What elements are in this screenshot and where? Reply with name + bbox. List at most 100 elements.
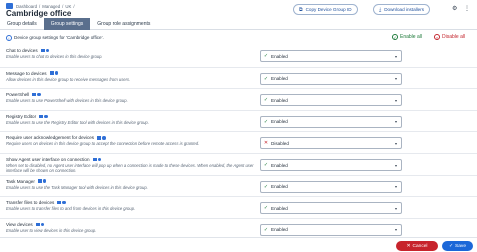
setting-select[interactable]: ✕ Disabled ▾ [260, 137, 402, 150]
chevron-down-icon: ▾ [394, 53, 397, 59]
page-header: Dashboard / Managed / UK / Cambridge off… [0, 0, 477, 18]
tab-group-settings[interactable]: Group settings [43, 18, 91, 30]
setting-value: Enabled [271, 53, 288, 59]
setting-description: Enable users to transfer files to and fr… [6, 206, 136, 212]
macos-icon [42, 179, 47, 183]
chevron-down-icon: ▾ [394, 227, 397, 233]
breadcrumb-item-uk[interactable]: UK [65, 4, 71, 9]
info-icon: i [6, 35, 12, 41]
setting-title-text: Registry Editor [6, 113, 37, 119]
copy-icon: ⧉ [299, 6, 303, 13]
footer-bar: ✕ Cancel ✓ Save [0, 237, 477, 252]
setting-select[interactable]: ✓ Enabled ▾ [260, 180, 402, 193]
check-icon: ✓ [263, 118, 269, 125]
setting-description: Enable users to use the Registry Editor … [6, 119, 149, 125]
setting-title: View devices [6, 221, 45, 227]
x-icon: ✕ [263, 140, 269, 147]
check-icon: ✓ [263, 97, 269, 104]
setting-title-text: Transfer files to devices [6, 200, 55, 206]
breadcrumb-item-managed[interactable]: Managed [42, 4, 60, 9]
breadcrumb-separator: / [73, 3, 75, 9]
setting-description: Enable users to use the Task Manager too… [6, 184, 148, 190]
setting-description: Enable users to use PowerShell with devi… [6, 98, 128, 104]
tab-group-details[interactable]: Group details [0, 18, 44, 30]
macos-icon [37, 92, 41, 97]
setting-title-text: Show Agent user interface on connection [6, 157, 90, 162]
setting-title: PowerShell [6, 92, 41, 97]
download-button-label: Download installers [384, 7, 425, 12]
disable-all-button[interactable]: × Disable all [434, 34, 465, 40]
download-installers-button[interactable]: ⤓ Download installers [373, 4, 431, 15]
windows-icon [40, 48, 45, 53]
setting-value: Enabled [271, 119, 288, 125]
macos-icon [44, 114, 48, 119]
setting-description: Enable users to chat to devices in this … [6, 54, 103, 59]
breadcrumb-item-dashboard[interactable]: Dashboard [16, 4, 37, 9]
setting-select[interactable]: ✓ Enabled ▾ [260, 115, 402, 128]
setting-select[interactable]: ✓ Enabled ▾ [260, 202, 402, 215]
macos-icon [62, 200, 66, 205]
info-text: Device group settings for 'Cambridge off… [14, 35, 104, 40]
save-label: Save [455, 243, 466, 249]
setting-row: Message to devices Allow devices in this … [0, 66, 477, 89]
chevron-down-icon: ▾ [394, 184, 397, 190]
setting-title-text: PowerShell [6, 92, 30, 98]
macos-icon [40, 222, 45, 227]
enable-all-button[interactable]: ✓ Enable all [392, 34, 422, 40]
copy-device-group-id-button[interactable]: ⧉ Copy Device Group ID [293, 4, 358, 15]
setting-title-text: View devices [6, 221, 33, 227]
copy-button-label: Copy Device Group ID [305, 7, 352, 12]
setting-row: Require user acknowledgement for devices… [0, 131, 477, 153]
check-icon: ✓ [263, 162, 269, 168]
chevron-down-icon: ▾ [394, 205, 397, 211]
setting-description: When set to disabled, no Agent user inte… [6, 163, 254, 173]
setting-description: Require users on devices in this device … [6, 141, 200, 147]
platform-icons [49, 71, 59, 75]
windows-icon [37, 179, 42, 183]
cancel-button[interactable]: ✕ Cancel [396, 241, 438, 251]
breadcrumb-separator: / [62, 3, 64, 9]
platform-icons [57, 200, 66, 205]
more-options-icon[interactable]: ⋮ [464, 5, 470, 12]
info-bar: i Device group settings for 'Cambridge o… [0, 33, 477, 43]
setting-title-text: Task Manager [6, 178, 35, 184]
macos-icon [45, 48, 50, 53]
x-circle-icon: × [434, 34, 440, 40]
tab-bar: Group details Group settings Group role … [0, 18, 477, 30]
platform-icons [97, 136, 106, 140]
chevron-down-icon: ▾ [394, 119, 397, 125]
setting-value: Enabled [271, 97, 288, 103]
platform-icons [37, 179, 47, 183]
setting-select[interactable]: ✓ Enabled ▾ [260, 50, 402, 62]
save-button[interactable]: ✓ Save [442, 241, 473, 251]
enable-all-label: Enable all [400, 34, 422, 40]
macos-icon [54, 71, 59, 75]
windows-icon [39, 114, 44, 119]
breadcrumb-separator: / [39, 3, 41, 9]
chevron-down-icon: ▾ [394, 140, 397, 146]
setting-row: Transfer files to devices Enable users to… [0, 196, 477, 218]
check-icon: ✓ [263, 205, 269, 212]
setting-row: Task Manager Enable users to use the Task… [0, 174, 477, 197]
setting-value: Enabled [271, 162, 288, 168]
macos-icon [97, 157, 102, 162]
setting-select[interactable]: ✓ Enabled ▾ [260, 159, 402, 171]
tab-group-role-assignments[interactable]: Group role assignments [90, 18, 157, 30]
check-icon: ✓ [263, 226, 269, 233]
setting-title: Registry Editor [6, 114, 48, 119]
windows-icon [35, 222, 40, 227]
setting-row: Show Agent user interface on connection W… [0, 153, 477, 175]
setting-select[interactable]: ✓ Enabled ▾ [260, 94, 402, 107]
settings-gear-icon[interactable]: ⚙ [452, 5, 457, 12]
setting-select[interactable]: ✓ Enabled ▾ [260, 72, 402, 85]
setting-value: Enabled [271, 227, 288, 233]
setting-title: Show Agent user interface on connection [6, 157, 102, 162]
download-icon: ⤓ [379, 6, 382, 13]
setting-title-text: Chat to devices [6, 48, 38, 53]
platform-icons [32, 92, 41, 97]
setting-select[interactable]: ✓ Enabled ▾ [260, 223, 402, 236]
setting-value: Enabled [271, 205, 288, 211]
platform-icons [40, 48, 50, 53]
chevron-down-icon: ▾ [394, 97, 397, 103]
check-icon: ✓ [263, 53, 269, 59]
